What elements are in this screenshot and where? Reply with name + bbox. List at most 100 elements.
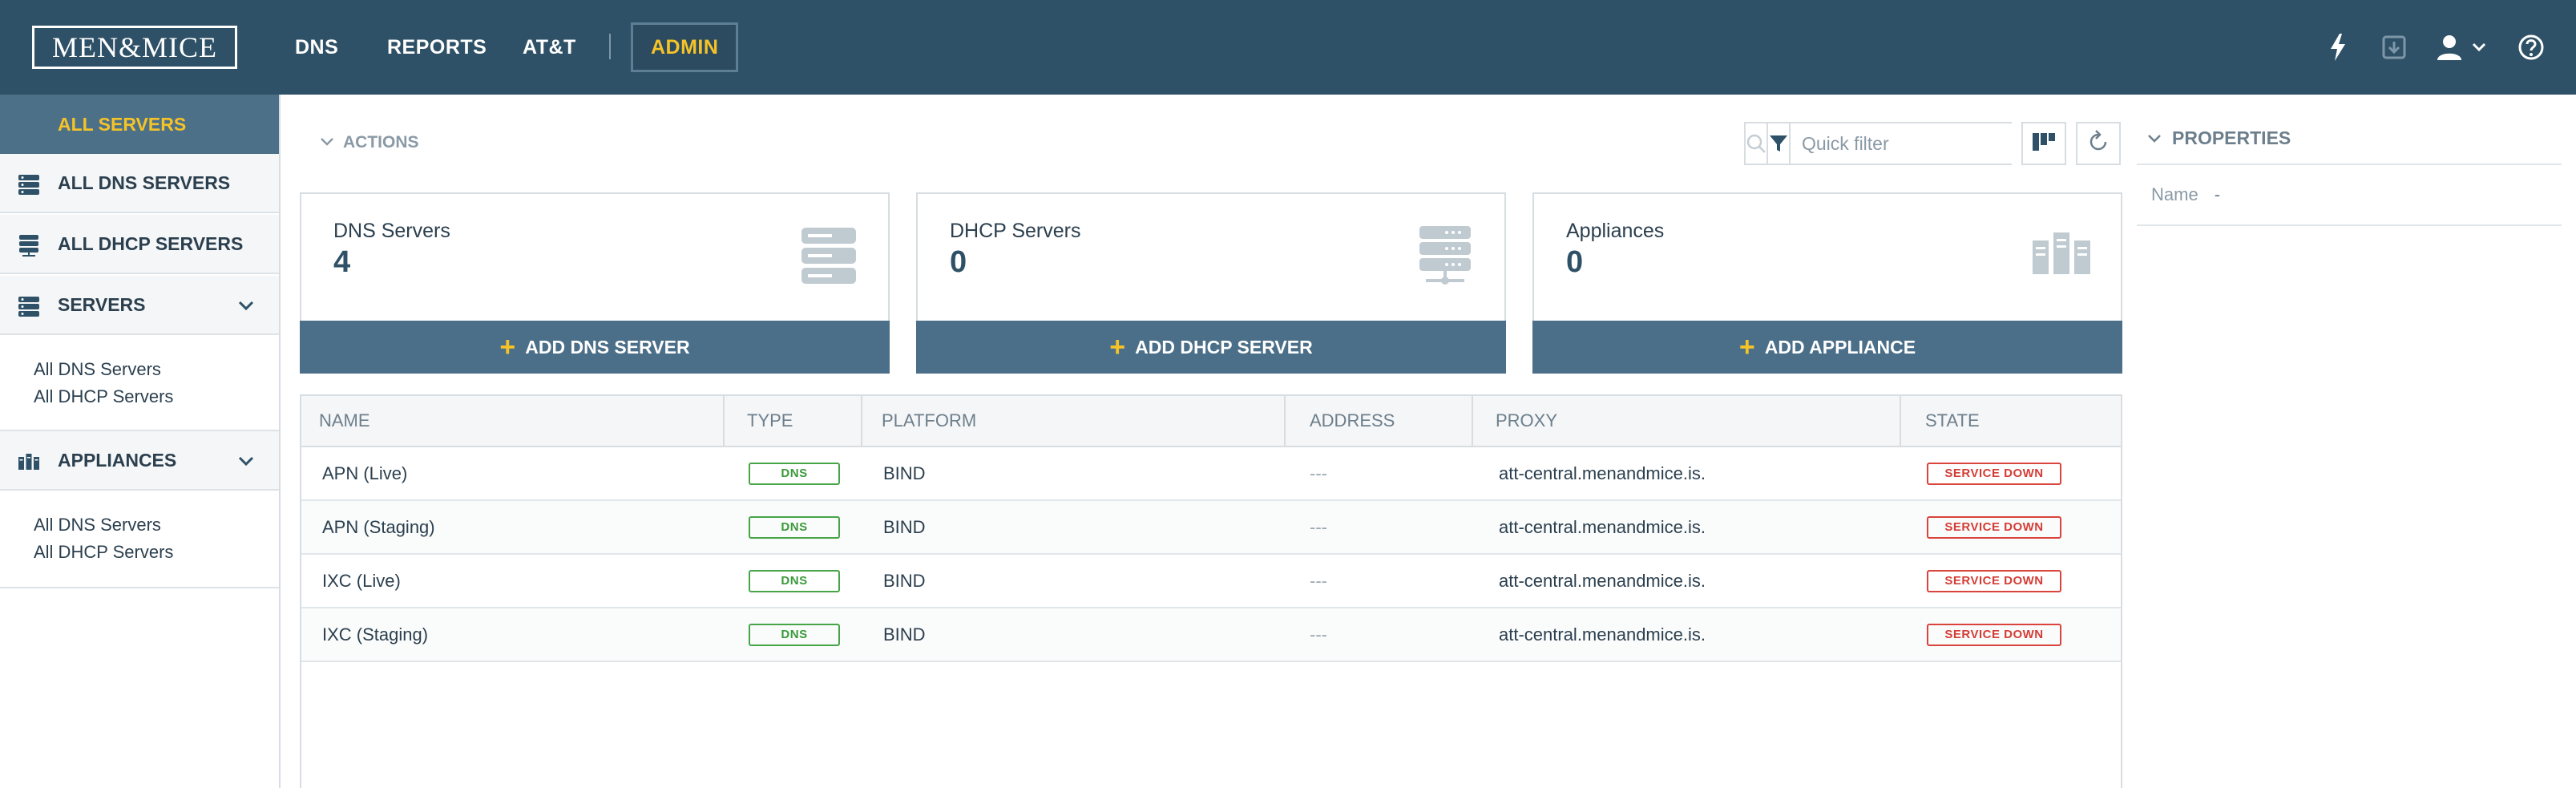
- table-header: NAME TYPE PLATFORM ADDRESS PROXY STATE: [301, 396, 2121, 447]
- cell-name: APN (Staging): [322, 516, 435, 537]
- sidebar: ALL SERVERS ALL DNS SERVERS ALL DHCP SER…: [0, 95, 281, 788]
- help-icon[interactable]: [2515, 29, 2547, 66]
- user-icon[interactable]: [2433, 29, 2465, 66]
- cell-address: ---: [1310, 516, 1327, 537]
- cell-platform: BIND: [883, 570, 926, 591]
- column-header-proxy[interactable]: PROXY: [1473, 396, 1901, 446]
- sidebar-item-all-servers[interactable]: ALL SERVERS: [0, 95, 279, 154]
- properties-title: PROPERTIES: [2172, 127, 2291, 148]
- chevron-down-icon: [319, 133, 335, 152]
- nav-dns[interactable]: DNS: [295, 22, 338, 72]
- appliances-card: Appliances 0 + ADD APPLIANCE: [1532, 192, 2122, 374]
- chevron-down-icon[interactable]: [2470, 29, 2488, 66]
- add-appliance-button[interactable]: + ADD APPLIANCE: [1532, 321, 2122, 374]
- nav-divider: [609, 34, 611, 59]
- column-header-platform[interactable]: PLATFORM: [862, 396, 1286, 446]
- table-row[interactable]: IXC (Staging) DNS BIND --- att-central.m…: [301, 608, 2121, 662]
- button-label: ADD DHCP SERVER: [1135, 336, 1313, 358]
- sidebar-item-label: SERVERS: [58, 293, 146, 315]
- submenu-item-all-dhcp-servers[interactable]: All DHCP Servers: [34, 539, 279, 566]
- cell-address: ---: [1310, 463, 1327, 483]
- refresh-button[interactable]: [2076, 122, 2121, 165]
- cell-proxy: att-central.menandmice.is.: [1499, 463, 1706, 483]
- type-badge: DNS: [749, 623, 840, 646]
- men-and-mice-logo[interactable]: MEN&MICE: [32, 26, 237, 69]
- lightning-icon[interactable]: [2324, 29, 2352, 66]
- cell-proxy: att-central.menandmice.is.: [1499, 516, 1706, 537]
- plus-icon: +: [1738, 332, 1755, 362]
- card-count: 4: [333, 245, 351, 279]
- properties-header[interactable]: PROPERTIES: [2137, 112, 2562, 165]
- dhcp-server-icon: [18, 234, 40, 257]
- submenu-item-all-dhcp-servers[interactable]: All DHCP Servers: [34, 383, 279, 410]
- card-title: DNS Servers: [333, 220, 450, 242]
- sidebar-item-servers[interactable]: SERVERS: [0, 276, 279, 335]
- state-badge: SERVICE DOWN: [1927, 462, 2061, 485]
- state-badge: SERVICE DOWN: [1927, 569, 2061, 592]
- cell-name: IXC (Live): [322, 570, 401, 591]
- column-header-address[interactable]: ADDRESS: [1286, 396, 1473, 446]
- servers-submenu: All DNS Servers All DHCP Servers: [0, 337, 279, 431]
- actions-label: ACTIONS: [343, 133, 419, 152]
- column-layout-button[interactable]: [2021, 122, 2066, 165]
- cell-platform: BIND: [883, 624, 926, 645]
- cell-address: ---: [1310, 570, 1327, 591]
- submenu-item-all-dns-servers[interactable]: All DNS Servers: [34, 511, 279, 539]
- submenu-item-all-dns-servers[interactable]: All DNS Servers: [34, 356, 279, 383]
- dns-servers-card: DNS Servers 4 + ADD DNS SERVER: [300, 192, 890, 374]
- card-title: DHCP Servers: [950, 220, 1081, 242]
- plus-icon: +: [1109, 332, 1126, 362]
- card-title: Appliances: [1566, 220, 1665, 242]
- table-row[interactable]: IXC (Live) DNS BIND --- att-central.mena…: [301, 555, 2121, 608]
- card-count: 0: [1566, 245, 1584, 279]
- appliance-icon: [2031, 226, 2092, 285]
- package-icon[interactable]: [2379, 29, 2409, 66]
- appliances-submenu: All DNS Servers All DHCP Servers: [0, 492, 279, 588]
- filter-icon[interactable]: [1766, 123, 1791, 164]
- add-dns-server-button[interactable]: + ADD DNS SERVER: [300, 321, 890, 374]
- sidebar-item-label: APPLIANCES: [58, 449, 177, 471]
- button-label: ADD DNS SERVER: [525, 336, 690, 358]
- quick-filter-input[interactable]: [1791, 123, 2039, 164]
- column-header-name[interactable]: NAME: [301, 396, 725, 446]
- column-header-type[interactable]: TYPE: [725, 396, 862, 446]
- column-header-state[interactable]: STATE: [1901, 396, 2121, 446]
- card-count: 0: [950, 245, 967, 279]
- sidebar-item-appliances[interactable]: APPLIANCES: [0, 431, 279, 491]
- properties-panel: PROPERTIES Name -: [2137, 95, 2576, 788]
- server-stack-icon: [798, 226, 859, 285]
- property-row-name: Name -: [2137, 165, 2562, 226]
- add-dhcp-server-button[interactable]: + ADD DHCP SERVER: [916, 321, 1506, 374]
- state-badge: SERVICE DOWN: [1927, 623, 2061, 646]
- chevron-down-icon[interactable]: [236, 451, 256, 471]
- table-row[interactable]: APN (Staging) DNS BIND --- att-central.m…: [301, 501, 2121, 555]
- column-layout-icon: [2032, 131, 2056, 156]
- sidebar-item-label: ALL DHCP SERVERS: [58, 232, 244, 254]
- cell-platform: BIND: [883, 516, 926, 537]
- plus-icon: +: [499, 332, 516, 362]
- nav-admin[interactable]: ADMIN: [631, 22, 739, 72]
- search-icon: [1746, 123, 1766, 164]
- nav-reports[interactable]: REPORTS: [387, 22, 487, 72]
- sidebar-item-label: ALL DNS SERVERS: [58, 172, 231, 193]
- property-label: Name: [2151, 184, 2198, 204]
- servers-table: NAME TYPE PLATFORM ADDRESS PROXY STATE A…: [300, 394, 2122, 788]
- sidebar-item-all-dhcp-servers[interactable]: ALL DHCP SERVERS: [0, 215, 279, 274]
- actions-menu[interactable]: ACTIONS: [319, 133, 419, 152]
- sidebar-item-all-dns-servers[interactable]: ALL DNS SERVERS: [0, 154, 279, 213]
- state-badge: SERVICE DOWN: [1927, 515, 2061, 539]
- cell-proxy: att-central.menandmice.is.: [1499, 570, 1706, 591]
- button-label: ADD APPLIANCE: [1764, 336, 1916, 358]
- table-row[interactable]: APN (Live) DNS BIND --- att-central.mena…: [301, 447, 2121, 501]
- cell-address: ---: [1310, 624, 1327, 645]
- top-navigation-bar: MEN&MICE DNS REPORTS AT&T ADMIN: [0, 0, 2576, 95]
- cell-name: IXC (Staging): [322, 624, 429, 645]
- nav-att[interactable]: AT&T: [523, 22, 576, 72]
- type-badge: DNS: [749, 569, 840, 592]
- dhcp-servers-card: DHCP Servers 0 + ADD DHCP SERVER: [916, 192, 1506, 374]
- type-badge: DNS: [749, 515, 840, 539]
- dhcp-server-icon: [1415, 226, 1476, 285]
- cell-name: APN (Live): [322, 463, 408, 483]
- chevron-down-icon[interactable]: [236, 295, 256, 316]
- refresh-icon: [2086, 129, 2110, 158]
